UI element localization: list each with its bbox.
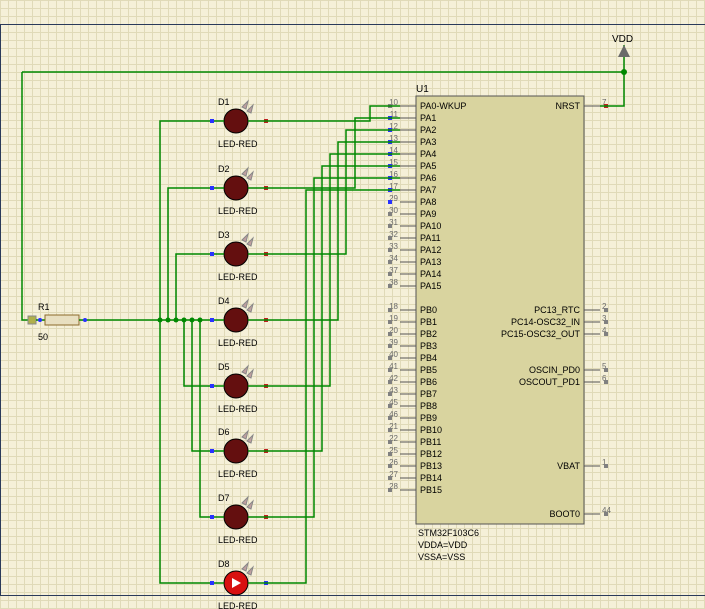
- ic-model: STM32F103C6: [418, 528, 479, 538]
- svg-text:PB14: PB14: [420, 473, 442, 483]
- svg-text:LED-RED: LED-RED: [218, 206, 258, 216]
- svg-text:LED-RED: LED-RED: [218, 338, 258, 348]
- svg-text:PA7: PA7: [420, 185, 436, 195]
- svg-text:D4: D4: [218, 296, 230, 306]
- svg-text:PB9: PB9: [420, 413, 437, 423]
- svg-text:50: 50: [38, 332, 48, 342]
- svg-text:D6: D6: [218, 427, 230, 437]
- svg-text:PB6: PB6: [420, 377, 437, 387]
- svg-text:PA9: PA9: [420, 209, 436, 219]
- led-d5: D5 LED-RED: [210, 362, 268, 414]
- svg-text:D1: D1: [218, 97, 230, 107]
- svg-text:PB15: PB15: [420, 485, 442, 495]
- svg-text:VDD: VDD: [612, 34, 633, 45]
- svg-text:PB10: PB10: [420, 425, 442, 435]
- ic-note2: VSSA=VSS: [418, 552, 465, 562]
- left-bus: [20, 72, 28, 322]
- terminal-pad: [28, 316, 36, 324]
- power-vdd: VDD: [22, 34, 633, 106]
- svg-text:NRST: NRST: [556, 101, 581, 111]
- led-d8: D8 LED-RED: [210, 559, 268, 609]
- svg-text:D5: D5: [218, 362, 230, 372]
- ic-u1: U1 10PA0-WKUP11PA112PA213PA314PA415PA516…: [388, 84, 611, 562]
- svg-text:PA3: PA3: [420, 137, 436, 147]
- svg-text:PA0-WKUP: PA0-WKUP: [420, 101, 466, 111]
- svg-text:PC15-OSC32_OUT: PC15-OSC32_OUT: [501, 329, 581, 339]
- svg-text:PB12: PB12: [420, 449, 442, 459]
- svg-text:PB13: PB13: [420, 461, 442, 471]
- svg-text:PB5: PB5: [420, 365, 437, 375]
- led-d2: D2 LED-RED: [210, 164, 268, 216]
- cathode-bus: [155, 121, 214, 583]
- svg-text:PB1: PB1: [420, 317, 437, 327]
- svg-text:PB0: PB0: [420, 305, 437, 315]
- svg-text:PA11: PA11: [420, 233, 441, 243]
- svg-text:PC14-OSC32_IN: PC14-OSC32_IN: [511, 317, 580, 327]
- svg-text:R1: R1: [38, 302, 50, 312]
- svg-text:LED-RED: LED-RED: [218, 272, 258, 282]
- anode-wires: [262, 106, 400, 583]
- svg-text:PA8: PA8: [420, 197, 436, 207]
- led-d4: D4 LED-RED: [210, 296, 268, 348]
- svg-text:PB3: PB3: [420, 341, 437, 351]
- svg-text:PB4: PB4: [420, 353, 437, 363]
- resistor-r1: R1 50: [36, 302, 155, 342]
- svg-text:PA10: PA10: [420, 221, 441, 231]
- svg-text:D8: D8: [218, 559, 230, 569]
- svg-text:PB11: PB11: [420, 437, 441, 447]
- led-d7: D7 LED-RED: [210, 493, 268, 545]
- svg-text:LED-RED: LED-RED: [218, 139, 258, 149]
- led-d6: D6 LED-RED: [210, 427, 268, 479]
- svg-text:D7: D7: [218, 493, 230, 503]
- svg-text:LED-RED: LED-RED: [218, 469, 258, 479]
- svg-text:PA5: PA5: [420, 161, 436, 171]
- svg-text:PB2: PB2: [420, 329, 437, 339]
- svg-text:OSCOUT_PD1: OSCOUT_PD1: [519, 377, 580, 387]
- ic-note1: VDDA=VDD: [418, 540, 468, 550]
- svg-text:PA12: PA12: [420, 245, 441, 255]
- svg-text:PA6: PA6: [420, 173, 436, 183]
- svg-text:LED-RED: LED-RED: [218, 535, 258, 545]
- svg-text:PB8: PB8: [420, 401, 437, 411]
- svg-text:PC13_RTC: PC13_RTC: [534, 305, 580, 315]
- svg-text:BOOT0: BOOT0: [549, 509, 580, 519]
- svg-text:PA13: PA13: [420, 257, 441, 267]
- svg-text:PA4: PA4: [420, 149, 436, 159]
- svg-text:LED-RED: LED-RED: [218, 601, 258, 609]
- svg-text:D3: D3: [218, 230, 230, 240]
- svg-text:D2: D2: [218, 164, 230, 174]
- svg-text:OSCIN_PD0: OSCIN_PD0: [529, 365, 580, 375]
- svg-text:PA15: PA15: [420, 281, 441, 291]
- svg-text:VBAT: VBAT: [557, 461, 580, 471]
- ic-ref: U1: [416, 84, 429, 95]
- led-d3: D3 LED-RED: [210, 230, 268, 282]
- svg-text:LED-RED: LED-RED: [218, 404, 258, 414]
- svg-text:PA1: PA1: [420, 113, 436, 123]
- svg-text:PA2: PA2: [420, 125, 436, 135]
- svg-text:PA14: PA14: [420, 269, 441, 279]
- led-d1: D1 LED-RED: [210, 97, 268, 149]
- svg-text:PB7: PB7: [420, 389, 437, 399]
